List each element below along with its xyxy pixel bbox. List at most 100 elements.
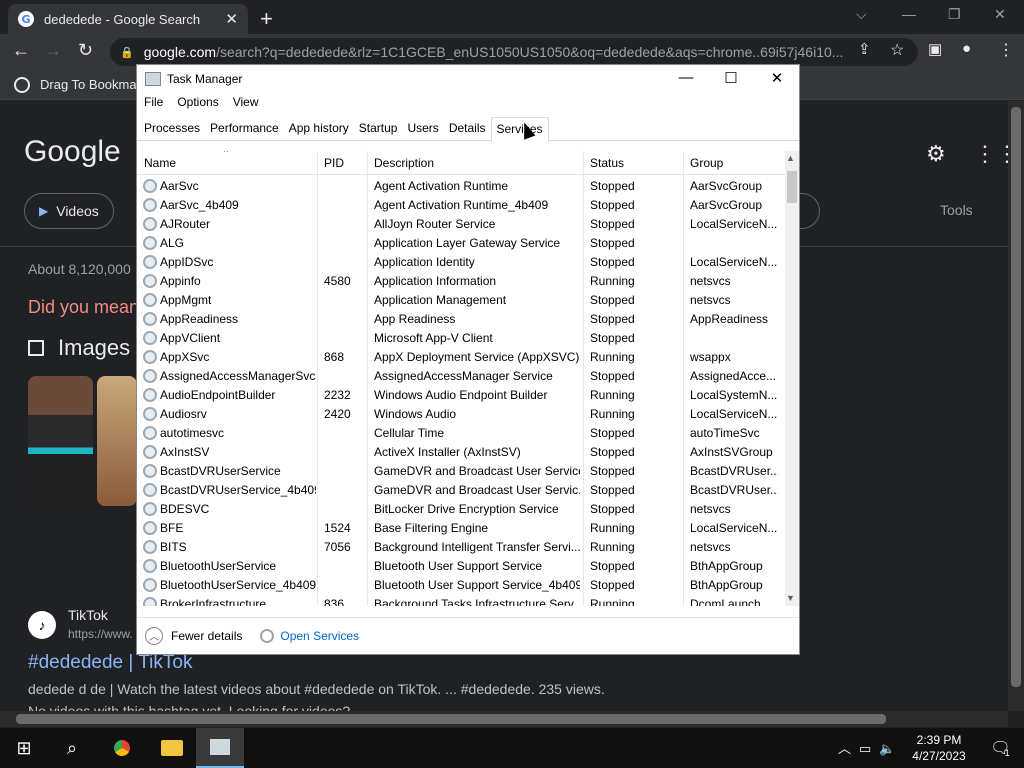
table-row[interactable]: AxInstSV ActiveX Installer (AxInstSV) Stop… <box>137 443 785 462</box>
chevron-up-icon[interactable]: ︿ <box>838 741 859 756</box>
scroll-thumb[interactable] <box>16 714 886 724</box>
image-thumbnail[interactable] <box>28 376 93 506</box>
browser-tab[interactable]: G dededede - Google Search ✕ <box>8 4 248 34</box>
table-row[interactable]: BITS 7056 Background Intelligent Transfer … <box>137 538 785 557</box>
table-row[interactable]: AudioEndpointBuilder 2232 Windows Audio En… <box>137 386 785 405</box>
table-row[interactable]: BrokerInfrastructure 836 Background Tasks … <box>137 595 785 606</box>
open-services-link[interactable]: Open Services <box>260 628 359 643</box>
tab-processes[interactable]: Processes <box>139 117 205 141</box>
cell-name: AarSvc <box>160 179 199 193</box>
table-row[interactable]: AppVClient Microsoft App-V Client Stopped <box>137 329 785 348</box>
tab-details[interactable]: Details <box>444 117 491 141</box>
table-row[interactable]: autotimesvc Cellular Time Stopped autoTimeS… <box>137 424 785 443</box>
network-icon[interactable]: ▭ <box>859 741 879 756</box>
tab-startup[interactable]: Startup <box>354 117 403 141</box>
scroll-down-icon[interactable]: ▼ <box>786 593 795 603</box>
table-row[interactable]: BcastDVRUserService GameDVR and Broadcast… <box>137 462 785 481</box>
fewer-details-button[interactable]: ︿ Fewer details <box>145 626 242 645</box>
cell-name: AppXSvc <box>160 350 210 364</box>
page-vertical-scrollbar[interactable] <box>1008 101 1024 711</box>
minimize-icon[interactable]: — <box>902 6 916 22</box>
back-icon[interactable]: ← <box>12 40 30 61</box>
table-row[interactable]: ALG Application Layer Gateway Service Stop… <box>137 234 785 253</box>
did-you-mean[interactable]: Did you mean <box>28 297 139 318</box>
column-header-group[interactable]: Group <box>690 156 723 170</box>
taskbar-clock[interactable]: 2:39 PM 4/27/2023 <box>910 732 968 764</box>
scroll-thumb[interactable] <box>1011 107 1021 687</box>
table-row[interactable]: AppReadiness App Readiness Stopped AppReadi… <box>137 310 785 329</box>
profile-icon[interactable]: ● <box>962 40 971 57</box>
settings-gear-icon[interactable]: ⚙ <box>926 141 946 167</box>
table-row[interactable]: AJRouter AllJoyn Router Service Stopped Loc… <box>137 215 785 234</box>
close-window-icon[interactable]: ✕ <box>994 6 1006 23</box>
google-logo[interactable]: Google <box>24 135 121 169</box>
menu-file[interactable]: File <box>144 95 163 115</box>
cell-status: Stopped <box>590 559 635 573</box>
column-header-status[interactable]: Status <box>590 156 624 170</box>
search-icon[interactable]: ⌕ <box>48 728 96 768</box>
cell-group: AarSvcGroup <box>690 198 763 212</box>
start-windows-icon[interactable]: ⊞ <box>0 728 48 768</box>
scroll-up-icon[interactable]: ▲ <box>786 153 795 163</box>
column-header-pid[interactable]: PID <box>324 156 344 170</box>
column-header-description[interactable]: Description <box>374 156 434 170</box>
tab-performance[interactable]: Performance <box>205 117 284 141</box>
file-explorer-icon[interactable] <box>148 728 196 768</box>
task-manager-titlebar[interactable]: Task Manager — ☐ ✕ <box>137 65 799 93</box>
cell-status: Stopped <box>590 502 635 516</box>
image-thumbnail[interactable] <box>97 376 137 506</box>
restore-icon[interactable]: ❐ <box>948 6 961 23</box>
tab-search-chevron-icon[interactable]: ⌵ <box>856 6 867 23</box>
bookmark-star-icon[interactable]: ☆ <box>890 40 904 60</box>
reload-icon[interactable]: ↻ <box>78 40 93 61</box>
menu-options[interactable]: Options <box>177 95 218 115</box>
minimize-icon[interactable]: — <box>663 69 709 86</box>
result-title-link[interactable]: #dededede | TikTok <box>28 652 192 674</box>
table-row[interactable]: AarSvc_4b409 Agent Activation Runtime_4b4… <box>137 196 785 215</box>
tab-app-history[interactable]: App history <box>284 117 354 141</box>
cell-description: GameDVR and Broadcast User Service <box>374 464 580 478</box>
table-row[interactable]: AppMgmt Application Management Stopped nets… <box>137 291 785 310</box>
table-row[interactable]: BluetoothUserService_4b409 Bluetooth User… <box>137 576 785 595</box>
page-horizontal-scrollbar[interactable] <box>0 711 1008 727</box>
task-manager-taskbar-icon[interactable] <box>196 728 244 768</box>
cell-description: Agent Activation Runtime_4b409 <box>374 198 549 212</box>
forward-icon[interactable]: → <box>44 40 62 61</box>
service-gear-icon <box>143 179 157 193</box>
table-row[interactable]: BcastDVRUserService_4b409 GameDVR and Bro… <box>137 481 785 500</box>
apps-grid-icon[interactable]: ⋮⋮ <box>974 141 1008 167</box>
bookmark-item[interactable]: Drag To Bookmark <box>40 77 147 92</box>
address-bar[interactable]: 🔒 google.com/search?q=dededede&rlz=1C1GC… <box>110 38 918 66</box>
share-icon[interactable]: ⇪ <box>858 40 871 58</box>
table-row[interactable]: BFE 1524 Base Filtering Engine Running Local… <box>137 519 785 538</box>
table-row[interactable]: BDESVC BitLocker Drive Encryption Service… <box>137 500 785 519</box>
side-panel-icon[interactable]: ▣ <box>928 40 942 58</box>
maximize-icon[interactable]: ☐ <box>708 69 754 87</box>
menu-kebab-icon[interactable]: ⋮ <box>998 40 1014 60</box>
table-row[interactable]: Appinfo 4580 Application Information Runnin… <box>137 272 785 291</box>
service-gear-icon <box>143 426 157 440</box>
close-tab-icon[interactable]: ✕ <box>225 10 238 28</box>
chip-videos[interactable]: ▶ Videos <box>24 193 114 229</box>
notification-icon[interactable]: 🗨 1 <box>976 728 1024 768</box>
table-row[interactable]: AarSvc Agent Activation Runtime Stopped Aar… <box>137 177 785 196</box>
table-row[interactable]: AppIDSvc Application Identity Stopped Local… <box>137 253 785 272</box>
cell-name: AppReadiness <box>160 312 239 326</box>
scroll-thumb[interactable] <box>787 171 797 203</box>
close-icon[interactable]: ✕ <box>754 69 800 87</box>
table-row[interactable]: Audiosrv 2420 Windows Audio Running LocalSer… <box>137 405 785 424</box>
table-row[interactable]: AppXSvc 868 AppX Deployment Service (AppXS… <box>137 348 785 367</box>
task-manager-window: Task Manager — ☐ ✕ File Options View Pro… <box>136 64 800 655</box>
column-header-name[interactable]: Name <box>144 156 176 170</box>
tools-button[interactable]: Tools <box>940 202 973 218</box>
new-tab-button[interactable]: + <box>260 6 273 32</box>
volume-icon[interactable]: 🔈 <box>879 741 903 756</box>
table-scrollbar[interactable]: ▲ ▼ <box>785 151 799 606</box>
menu-view[interactable]: View <box>233 95 259 115</box>
table-row[interactable]: AssignedAccessManagerSvc AssignedAccessMa… <box>137 367 785 386</box>
chrome-taskbar-icon[interactable] <box>98 728 146 768</box>
system-tray[interactable]: ︿▭🔈 <box>838 738 904 757</box>
table-row[interactable]: BluetoothUserService Bluetooth User Suppo… <box>137 557 785 576</box>
tab-users[interactable]: Users <box>402 117 443 141</box>
images-heading[interactable]: Images <box>28 335 130 361</box>
